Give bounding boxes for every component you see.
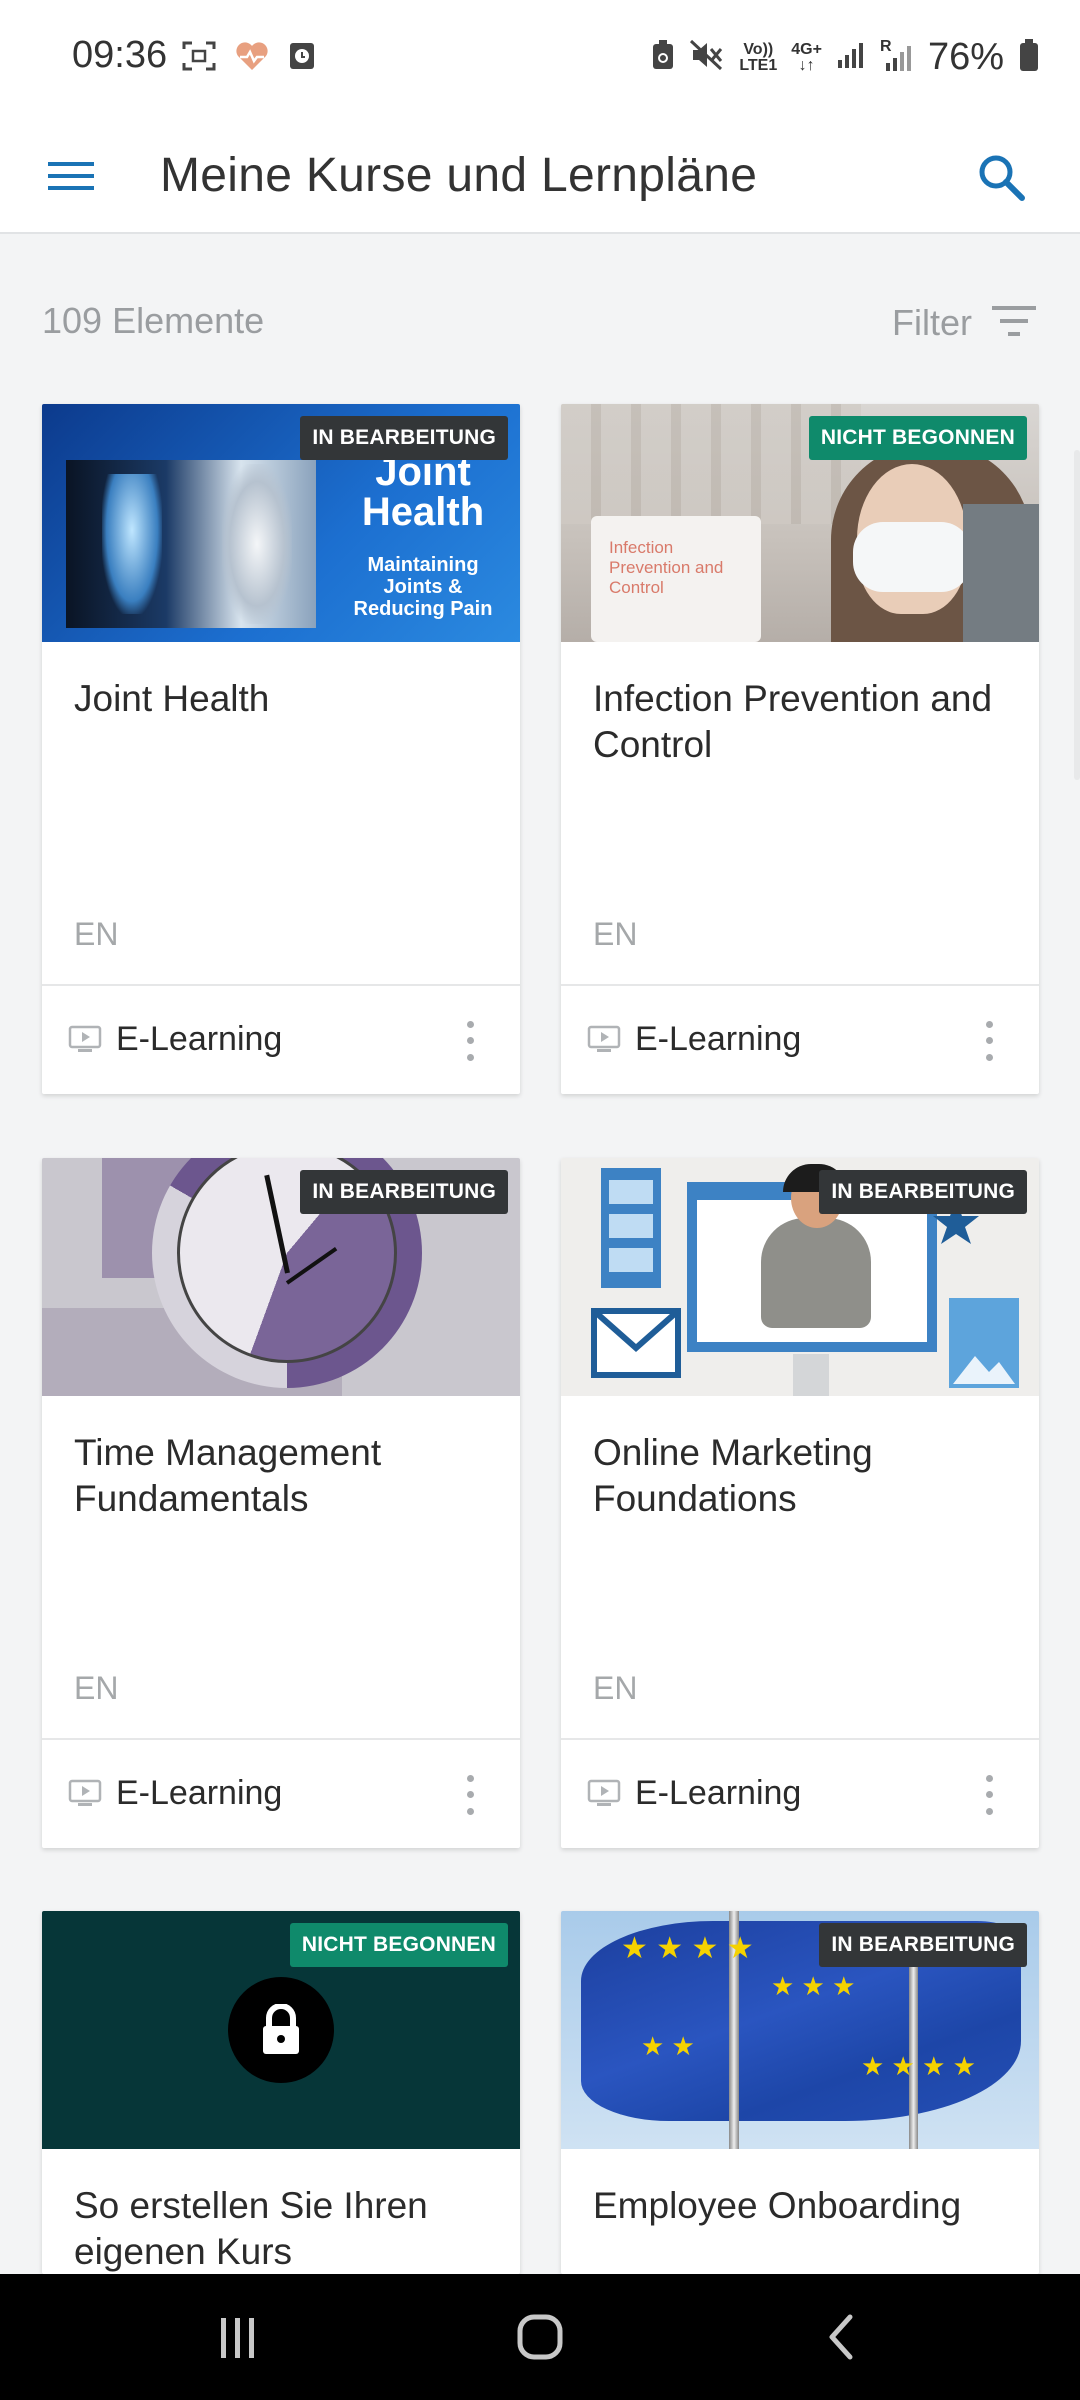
4g-indicator: 4G+ ↓↑ [791, 40, 822, 74]
course-language: EN [593, 916, 638, 952]
card-footer: E-Learning [561, 984, 1039, 1094]
recents-icon[interactable] [198, 2302, 278, 2372]
course-title: Employee Onboarding [593, 2185, 962, 2226]
filter-label: Filter [892, 302, 972, 343]
home-icon[interactable] [500, 2302, 580, 2372]
status-badge: IN BEARBEITUNG [819, 1170, 1027, 1214]
more-options-icon[interactable] [460, 1016, 480, 1066]
more-options-icon[interactable] [460, 1770, 480, 1820]
status-time: 09:36 [72, 34, 168, 76]
filter-icon [992, 304, 1036, 343]
more-options-icon[interactable] [979, 1770, 999, 1820]
status-badge: NICHT BEGONNEN [808, 416, 1027, 460]
course-thumbnail: Joint Health Maintaining Joints & Reduci… [42, 404, 520, 642]
health-icon [234, 40, 270, 77]
signal-roaming-icon: R [880, 38, 914, 73]
course-type: E-Learning [635, 1020, 802, 1058]
thumbnail-sign: Infection Prevention and Control [591, 516, 761, 642]
course-thumbnail: IN BEARBEITUNG [561, 1158, 1039, 1396]
course-title: Time Management Fundamentals [74, 1432, 382, 1519]
app-bar: Meine Kurse und Lernpläne [0, 120, 1080, 234]
course-type: E-Learning [635, 1774, 802, 1812]
volte-indicator: Vo)) LTE1 [739, 40, 778, 74]
search-icon[interactable] [966, 142, 1036, 212]
course-thumbnail: IN BEARBEITUNG [42, 1158, 520, 1396]
course-title: Infection Prevention and Control [593, 678, 993, 765]
battery-icon [1018, 38, 1040, 77]
course-card[interactable]: ★ ★ ★ ★ ★ ★ ★ ★ ★ ★ ★ ★ ★ IN BEARBEITUNG… [561, 1911, 1039, 2274]
screenshot-icon [182, 41, 216, 76]
course-card[interactable]: NICHT BEGONNEN So erstellen Sie Ihren ei… [42, 1911, 520, 2274]
system-nav-bar [0, 2274, 1080, 2400]
card-footer: E-Learning [42, 984, 520, 1094]
status-badge: IN BEARBEITUNG [300, 416, 508, 460]
thumbnail-headline: Joint Health [361, 450, 485, 534]
lock-icon [228, 1977, 334, 2083]
more-options-icon[interactable] [979, 1016, 999, 1066]
card-footer: E-Learning [42, 1738, 520, 1848]
status-badge: IN BEARBEITUNG [819, 1923, 1027, 1967]
course-card[interactable]: IN BEARBEITUNG Time Management Fundament… [42, 1158, 520, 1848]
clock-icon [288, 41, 316, 76]
course-thumbnail: ★ ★ ★ ★ ★ ★ ★ ★ ★ ★ ★ ★ ★ IN BEARBEITUNG [561, 1911, 1039, 2149]
face-mask [853, 522, 971, 592]
elearning-icon [68, 1778, 102, 1813]
filter-button[interactable]: Filter [892, 302, 1036, 344]
course-language: EN [74, 1670, 119, 1706]
items-count: 109 Elemente [42, 300, 265, 341]
status-badge: NICHT BEGONNEN [289, 1923, 508, 1967]
course-card[interactable]: IN BEARBEITUNG Online Marketing Foundati… [561, 1158, 1039, 1848]
elearning-icon [587, 1778, 621, 1813]
elearning-icon [587, 1024, 621, 1059]
elearning-icon [68, 1024, 102, 1059]
thumbnail-subtitle: Maintaining Joints & Reducing Pain [353, 554, 493, 620]
scroll-indicator [1074, 450, 1080, 780]
hamburger-icon[interactable] [40, 144, 104, 208]
course-language: EN [74, 916, 119, 952]
course-language: EN [593, 1670, 638, 1706]
course-thumbnail: Infection Prevention and Control NICHT B… [561, 404, 1039, 642]
course-title: Online Marketing Foundations [593, 1432, 873, 1519]
course-type: E-Learning [116, 1020, 283, 1058]
signal-icon [836, 40, 866, 75]
course-title: Joint Health [74, 678, 270, 719]
course-title: So erstellen Sie Ihren eigenen Kurs [74, 2185, 428, 2272]
course-thumbnail: NICHT BEGONNEN [42, 1911, 520, 2149]
person-image [761, 1218, 871, 1328]
card-footer: E-Learning [561, 1738, 1039, 1848]
course-card[interactable]: Infection Prevention and Control NICHT B… [561, 404, 1039, 1094]
mute-icon [689, 39, 725, 76]
back-icon[interactable] [802, 2302, 882, 2372]
status-badge: IN BEARBEITUNG [300, 1170, 508, 1214]
battery-saver-icon [651, 39, 675, 76]
status-bar: 09:36 Vo)) LTE1 4G+ ↓↑ R 76% [0, 0, 1080, 120]
course-type: E-Learning [116, 1774, 283, 1812]
course-card[interactable]: Joint Health Maintaining Joints & Reduci… [42, 404, 520, 1094]
page-title: Meine Kurse und Lernpläne [160, 149, 758, 202]
battery-percent: 76% [927, 36, 1004, 78]
